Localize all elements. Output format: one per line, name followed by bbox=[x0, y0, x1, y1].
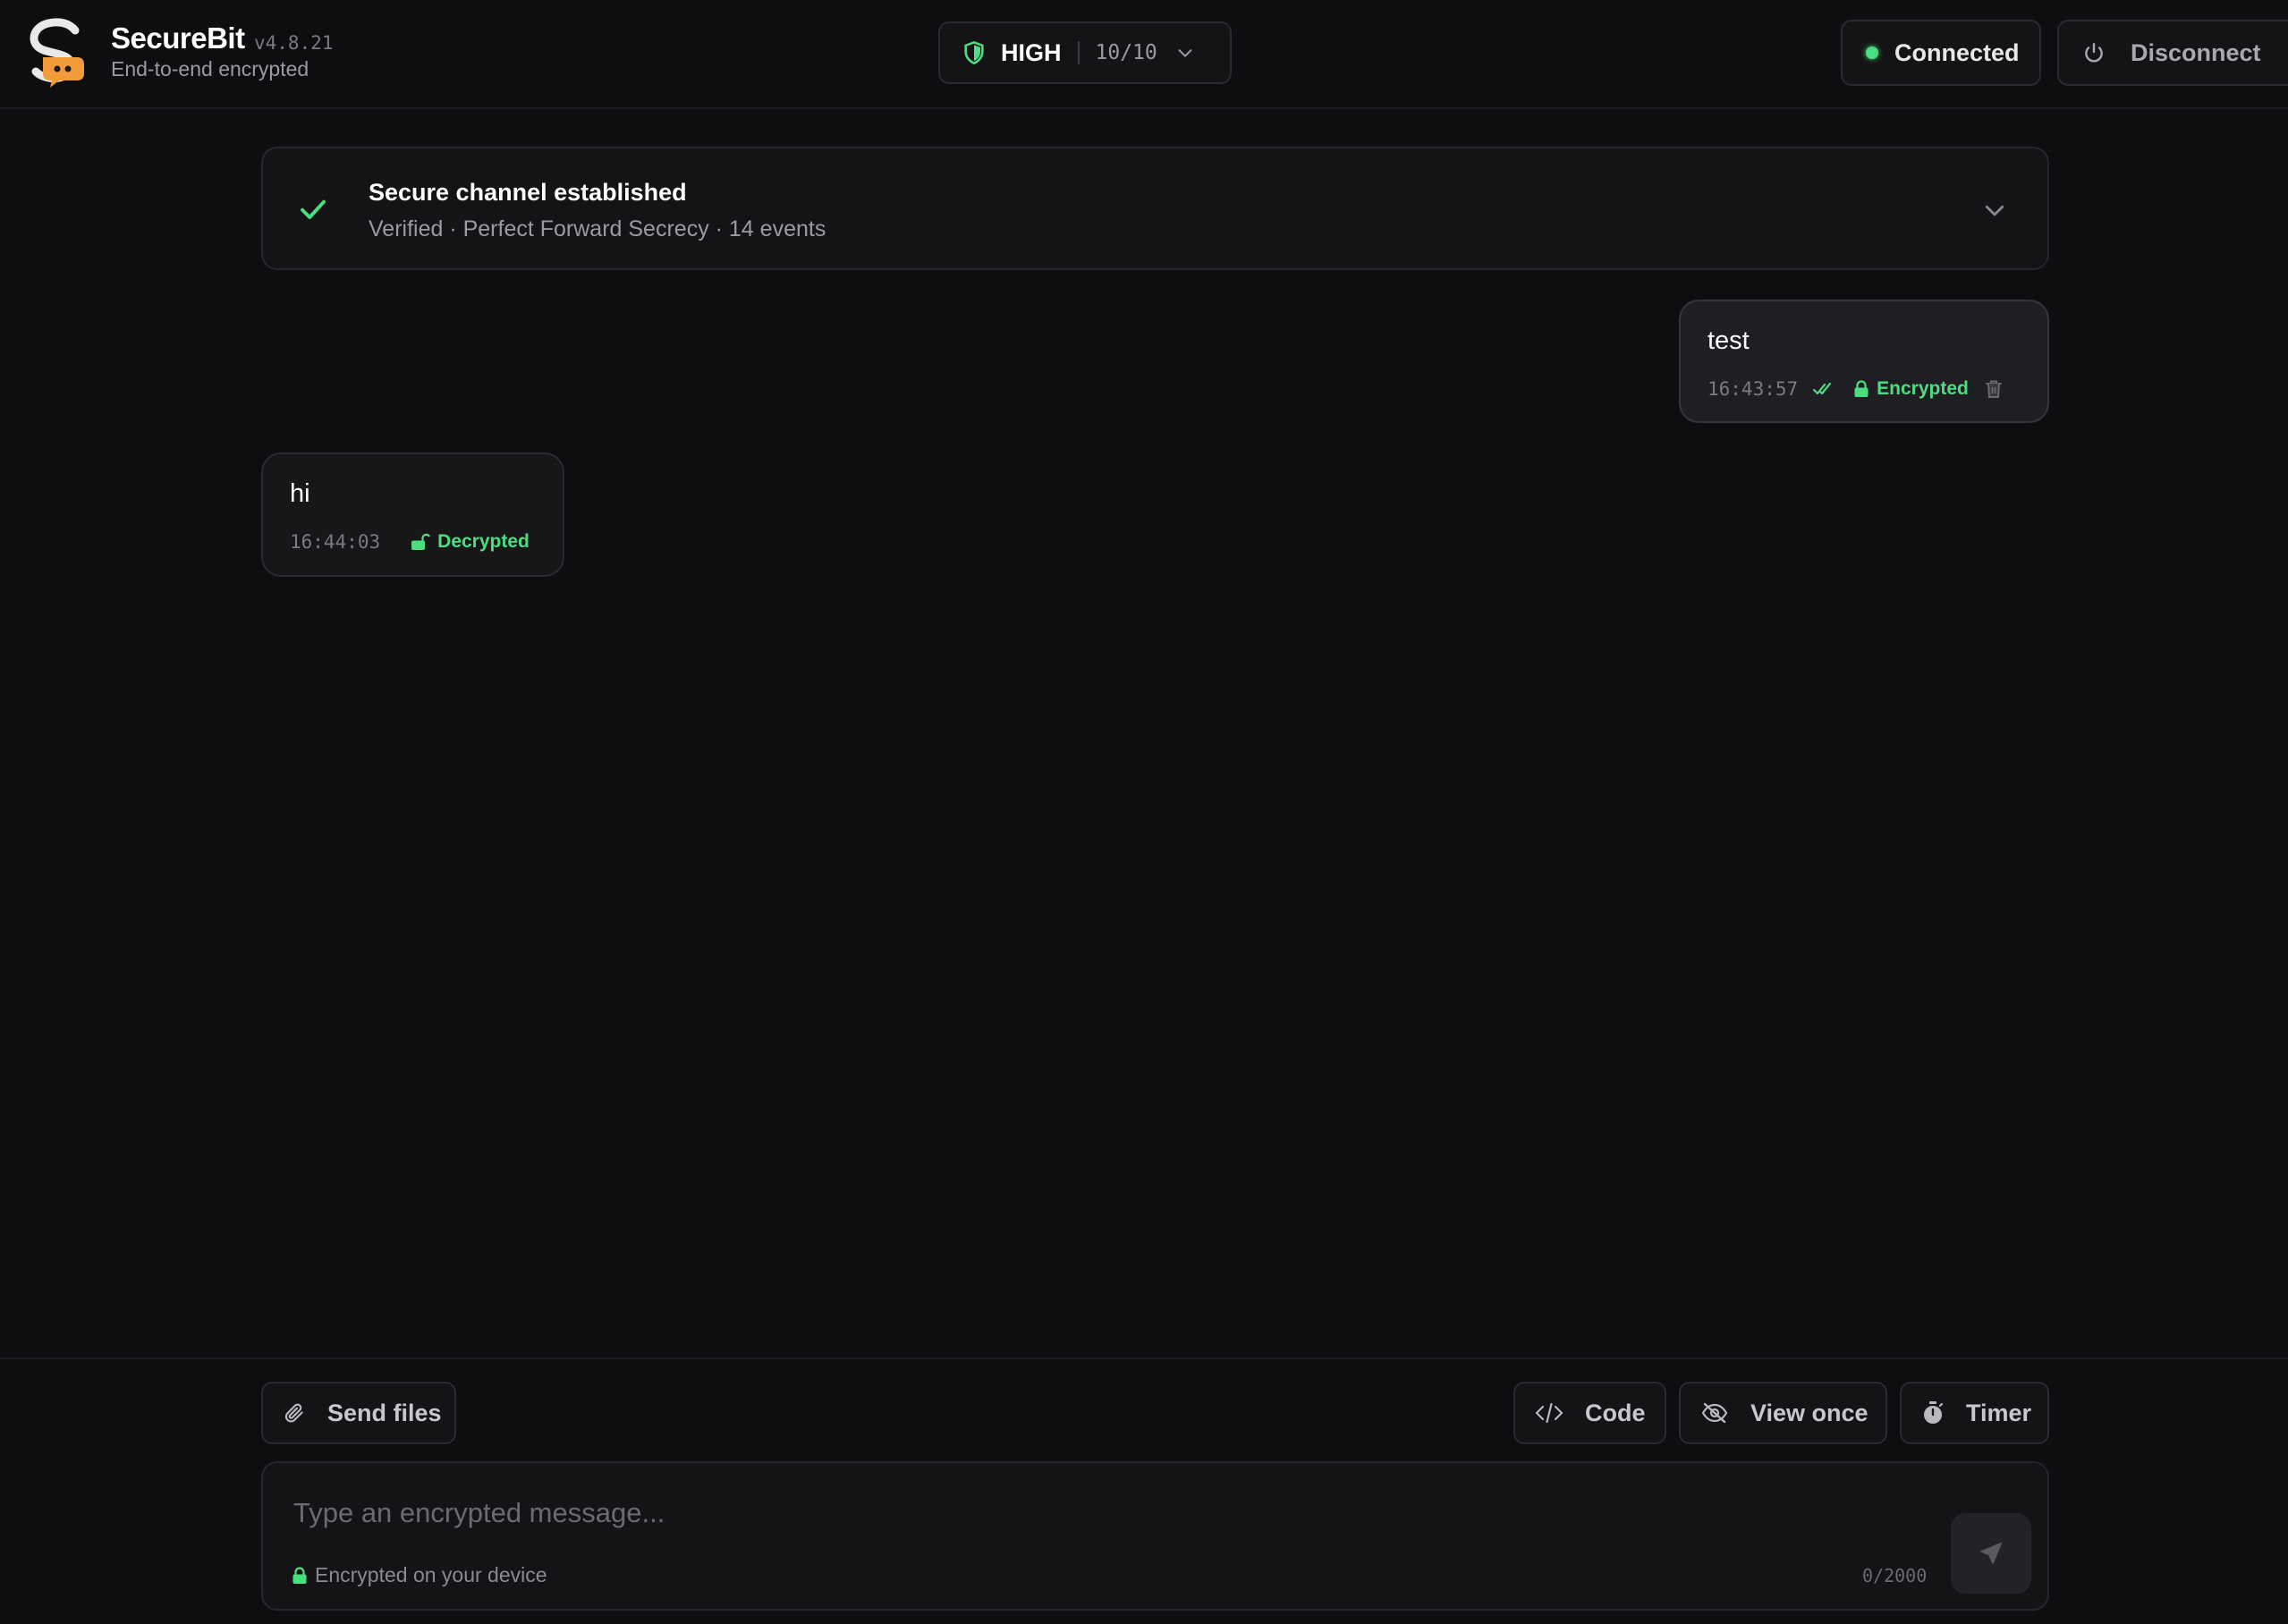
encryption-badge: Encrypted bbox=[1853, 378, 1969, 400]
message-meta: 16:44:03 Decrypted bbox=[290, 531, 530, 553]
message-text: test bbox=[1708, 326, 1750, 355]
code-icon bbox=[1535, 1402, 1563, 1424]
logo-icon bbox=[30, 18, 84, 88]
encryption-hint-text: Encrypted on your device bbox=[315, 1563, 547, 1586]
send-files-label: Send files bbox=[327, 1399, 442, 1426]
power-icon bbox=[2085, 43, 2103, 63]
banner-title: Secure channel established bbox=[369, 179, 687, 206]
message-time: 16:43:57 bbox=[1708, 378, 1799, 400]
decryption-badge: Decrypted bbox=[411, 531, 530, 553]
security-score: 10/10 bbox=[1095, 41, 1157, 64]
stopwatch-icon bbox=[1924, 1401, 1944, 1424]
app-header: SecureBit v4.8.21 End-to-end encrypted H… bbox=[0, 0, 2288, 109]
chevron-down-icon[interactable] bbox=[1981, 197, 2008, 224]
check-icon bbox=[301, 199, 326, 219]
character-count: 0/2000 bbox=[1862, 1565, 1928, 1586]
message-text: hi bbox=[290, 479, 310, 508]
code-button[interactable]: Code bbox=[1513, 1382, 1666, 1444]
security-level: HIGH bbox=[1001, 38, 1062, 66]
view-once-button[interactable]: View once bbox=[1679, 1382, 1887, 1444]
message-outgoing[interactable]: test 16:43:57 Encrypted bbox=[1679, 300, 2049, 423]
connection-status: Connected bbox=[1894, 38, 2020, 66]
message-input[interactable] bbox=[292, 1490, 1905, 1536]
shield-icon bbox=[964, 40, 984, 65]
security-level-dropdown[interactable]: HIGH 10/10 bbox=[938, 21, 1232, 84]
timer-label: Timer bbox=[1966, 1399, 2032, 1426]
double-check-icon bbox=[1813, 382, 1832, 395]
disconnect-label: Disconnect bbox=[2131, 38, 2261, 66]
send-files-button[interactable]: Send files bbox=[261, 1382, 456, 1444]
brand-name: SecureBit bbox=[111, 21, 245, 55]
encryption-hint: Encrypted on your device bbox=[292, 1563, 547, 1587]
app-version: v4.8.21 bbox=[254, 32, 334, 54]
paperclip-icon bbox=[284, 1403, 303, 1423]
divider bbox=[1077, 41, 1080, 64]
disconnect-button[interactable]: Disconnect bbox=[2057, 20, 2288, 86]
lock-icon bbox=[292, 1566, 307, 1584]
unlock-icon bbox=[411, 533, 431, 550]
message-composer: Encrypted on your device 0/2000 bbox=[261, 1461, 2049, 1611]
code-label: Code bbox=[1585, 1399, 1646, 1426]
trash-icon[interactable] bbox=[1985, 379, 2003, 399]
send-icon bbox=[1979, 1542, 2003, 1565]
banner-subtitle: Verified · Perfect Forward Secrecy · 14 … bbox=[369, 216, 826, 241]
view-once-label: View once bbox=[1750, 1399, 1869, 1426]
message-incoming[interactable]: hi 16:44:03 Decrypted bbox=[261, 453, 564, 577]
secure-channel-banner[interactable]: Secure channel established Verified · Pe… bbox=[261, 147, 2049, 270]
status-dot bbox=[1866, 47, 1878, 59]
lock-icon bbox=[1854, 380, 1869, 397]
encryption-status: Encrypted bbox=[1877, 378, 1969, 399]
chevron-down-icon bbox=[1178, 49, 1192, 57]
brand-subtitle: End-to-end encrypted bbox=[111, 57, 309, 80]
message-time: 16:44:03 bbox=[290, 531, 381, 553]
send-button[interactable] bbox=[1951, 1513, 2031, 1594]
message-meta: 16:43:57 Encrypted bbox=[1708, 378, 2003, 400]
eye-off-icon bbox=[1701, 1402, 1728, 1424]
decryption-status: Decrypted bbox=[437, 531, 530, 552]
connection-status-button[interactable]: Connected bbox=[1841, 20, 2041, 86]
timer-button[interactable]: Timer bbox=[1900, 1382, 2049, 1444]
